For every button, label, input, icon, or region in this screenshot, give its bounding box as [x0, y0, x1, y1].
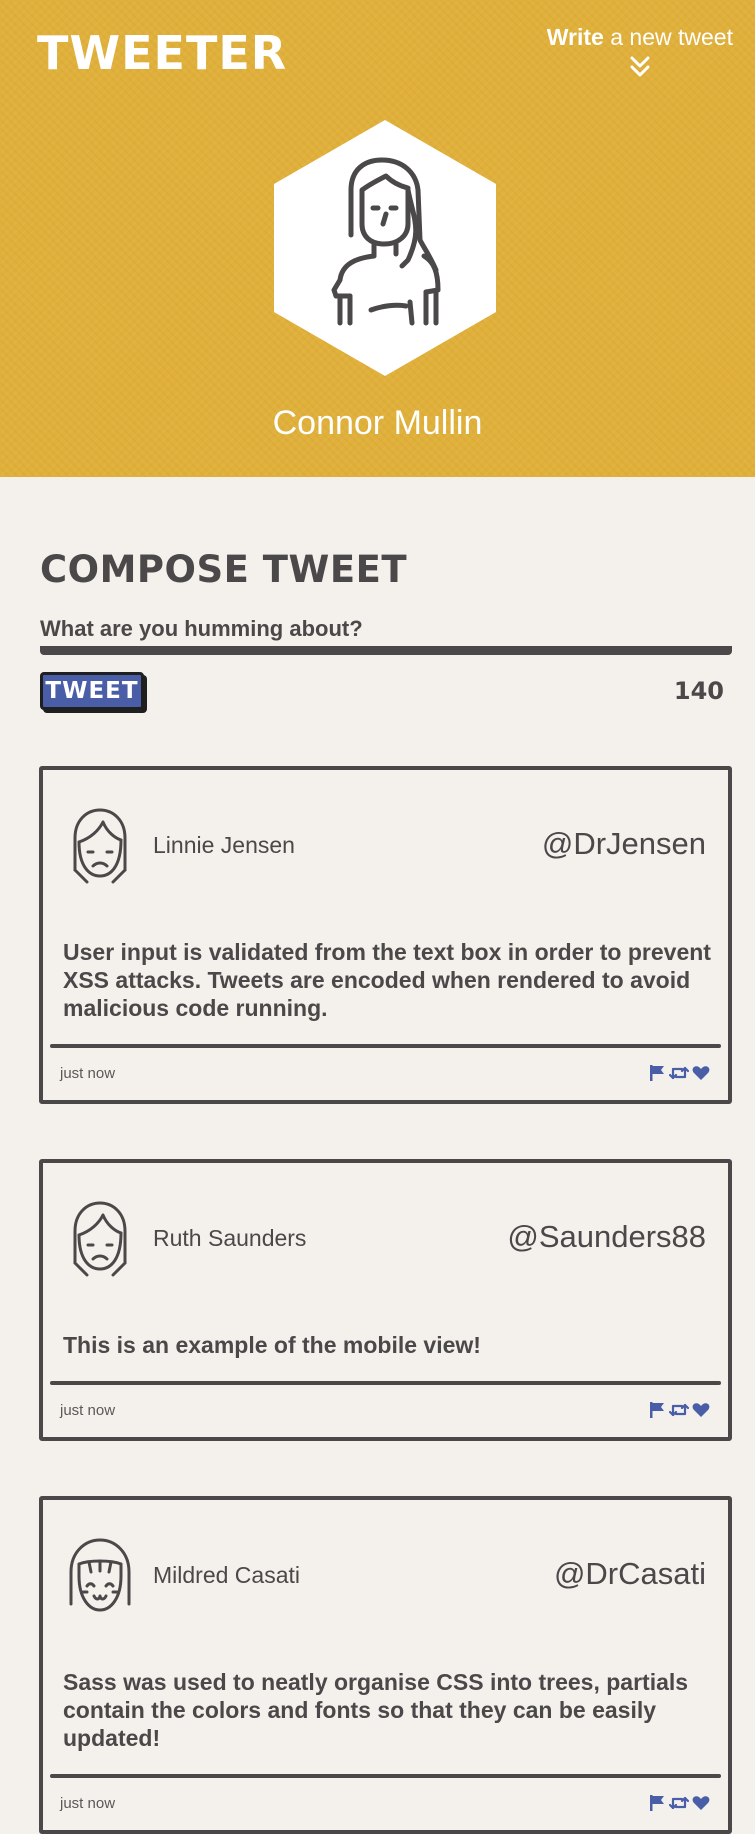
write-label-rest: a new tweet — [603, 24, 733, 50]
heart-icon[interactable] — [692, 1064, 710, 1082]
profile-avatar — [274, 120, 496, 376]
retweet-icon[interactable] — [669, 1064, 689, 1082]
compose-actions: TWEET 140 — [40, 672, 732, 710]
tweet-card: Linnie Jensen @DrJensen User input is va… — [39, 766, 732, 1104]
tweet-timestamp: just now — [60, 1402, 116, 1419]
character-counter: 140 — [673, 677, 724, 705]
smiling-girl-avatar-icon — [69, 1538, 131, 1612]
tweet-header: Linnie Jensen @DrJensen — [43, 770, 728, 890]
tweet-timestamp: just now — [60, 1065, 116, 1082]
double-chevron-down-icon[interactable] — [547, 55, 733, 79]
tweet-author-handle: @DrCasati — [553, 1556, 706, 1591]
tweet-timestamp: just now — [60, 1795, 116, 1812]
write-tweet-label: Write a new tweet — [547, 24, 733, 51]
flag-icon[interactable] — [648, 1794, 666, 1812]
tweet-author-handle: @Saunders88 — [507, 1219, 706, 1254]
tweet-author-handle: @DrJensen — [541, 826, 706, 861]
write-tweet-toggle[interactable]: Write a new tweet — [547, 24, 733, 79]
sad-girl-avatar-icon — [73, 1201, 127, 1277]
tweet-text: Sass was used to neatly organise CSS int… — [63, 1669, 689, 1751]
tweet-author-name: Ruth Saunders — [153, 1225, 307, 1251]
tweet-button[interactable]: TWEET — [40, 672, 144, 710]
tweet-input[interactable] — [40, 615, 732, 655]
sad-girl-avatar-icon — [73, 808, 127, 884]
tweet-text: User input is validated from the text bo… — [63, 939, 711, 1021]
compose-section: COMPOSE TWEET TWEET 140 — [40, 548, 732, 710]
heart-icon[interactable] — [692, 1794, 710, 1812]
compose-title: COMPOSE TWEET — [40, 548, 408, 591]
tweet-footer: just now — [43, 1778, 728, 1830]
profile-header: TWEETER Write a new tweet Connor Mullin — [0, 0, 755, 477]
tweet-footer: just now — [43, 1385, 728, 1437]
retweet-icon[interactable] — [669, 1794, 689, 1812]
tweet-actions — [648, 1794, 710, 1812]
tweet-actions — [648, 1064, 710, 1082]
heart-icon[interactable] — [692, 1401, 710, 1419]
tweet-card: Ruth Saunders @Saunders88 This is an exa… — [39, 1159, 732, 1441]
flag-icon[interactable] — [648, 1064, 666, 1082]
tweet-card: Mildred Casati @DrCasati Sass was used t… — [39, 1496, 732, 1834]
tweet-author-name: Linnie Jensen — [153, 832, 295, 858]
flag-icon[interactable] — [648, 1401, 666, 1419]
tweet-text: This is an example of the mobile view! — [63, 1332, 481, 1358]
tweet-header: Mildred Casati @DrCasati — [43, 1500, 728, 1620]
write-label-bold: Write — [546, 24, 604, 50]
profile-name: Connor Mullin — [272, 404, 483, 442]
tweet-footer: just now — [43, 1048, 728, 1100]
tweet-actions — [648, 1401, 710, 1419]
app-logo: TWEETER — [37, 26, 288, 80]
tweet-author-name: Mildred Casati — [153, 1562, 300, 1588]
retweet-icon[interactable] — [669, 1401, 689, 1419]
tweet-header: Ruth Saunders @Saunders88 — [43, 1163, 728, 1283]
